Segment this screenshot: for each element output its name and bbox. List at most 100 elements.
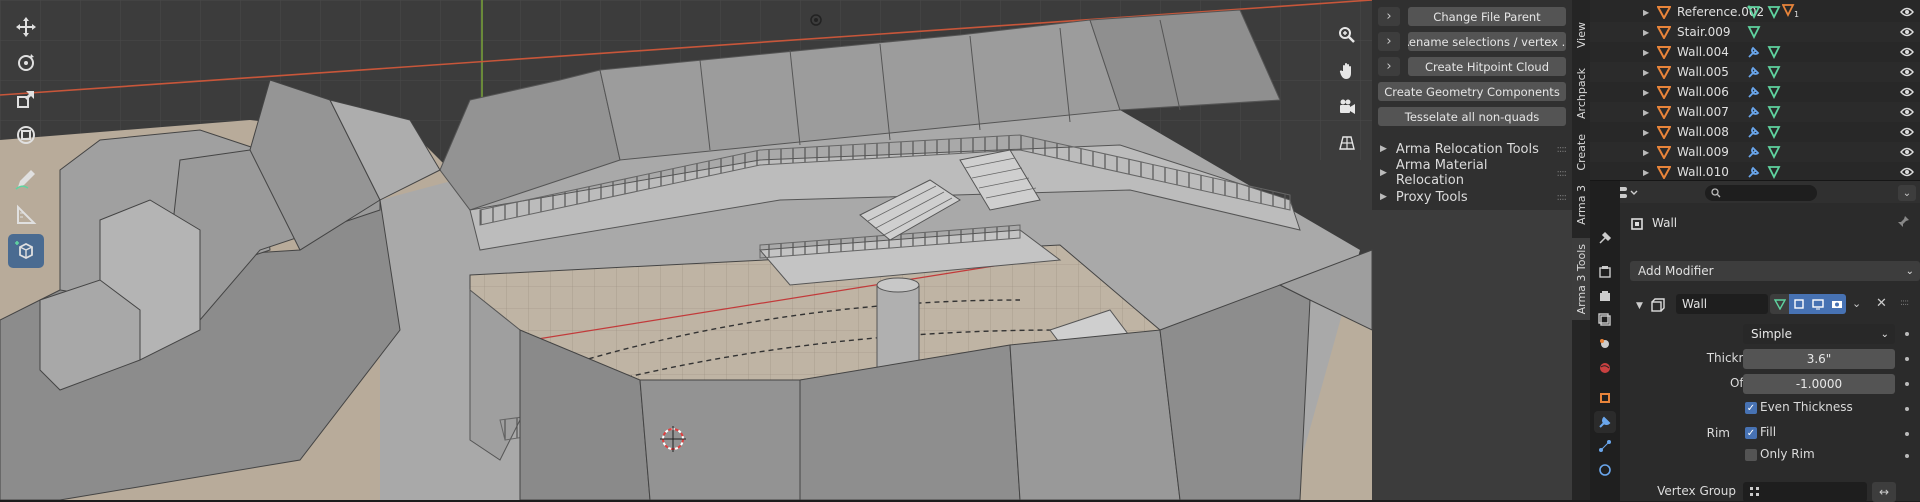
thickness-field[interactable]: 3.6" [1743,349,1895,369]
vertex-group-icon[interactable] [1747,5,1761,22]
edit-mode-cage-icon[interactable] [1770,294,1789,314]
only-rim-checkbox[interactable] [1745,449,1757,461]
wrench-icon[interactable] [1747,85,1761,102]
expand-icon[interactable]: › [1378,32,1400,51]
camera-view-icon[interactable] [1332,92,1362,122]
fill-rim-checkbox[interactable]: ✓ [1745,427,1757,439]
drag-handle-icon[interactable]: :::: [1557,144,1568,155]
outliner-row[interactable]: ▶ Reference.002 1 [1590,2,1920,22]
wrench-icon[interactable] [1747,45,1761,62]
section-arma-material-relocation[interactable]: ▶ Arma Material Relocation :::: [1372,158,1572,188]
viewport-display-toggle-icon[interactable] [1808,294,1827,314]
zoom-icon[interactable] [1332,20,1362,50]
rename-selections-button[interactable]: Rename selections / vertex ... [1408,32,1566,51]
mesh-data-icon[interactable] [1767,85,1781,102]
3d-viewport[interactable]: › Change File Parent › Rename selections… [0,0,1572,500]
expand-icon[interactable]: › [1378,57,1400,76]
render-tab-icon[interactable] [1594,261,1616,283]
visibility-eye-icon[interactable] [1900,146,1914,161]
tesselate-non-quads-button[interactable]: Tesselate all non-quads [1378,107,1566,126]
outliner-row[interactable]: ▶ Wall.008 [1590,122,1920,142]
vertex-group-field[interactable] [1743,482,1867,502]
wrench-icon[interactable] [1747,105,1761,122]
rotate-tool-icon[interactable] [8,46,44,80]
outliner-row[interactable]: ▶ Wall.007 [1590,102,1920,122]
scale-tool-icon[interactable] [8,82,44,116]
expand-arrow-icon[interactable]: ▶ [1643,168,1649,177]
outliner-row[interactable]: ▶ Wall.006 [1590,82,1920,102]
mesh-data-icon[interactable] [1767,45,1781,62]
tab-arma-3-tools[interactable]: Arma 3 Tools [1572,238,1590,320]
mode-dropdown[interactable]: Simple ⌄ [1743,324,1895,344]
grid-view-icon[interactable] [1332,128,1362,158]
expand-arrow-icon[interactable]: ▶ [1643,108,1649,117]
visibility-eye-icon[interactable] [1900,46,1914,61]
mesh-data-icon[interactable] [1767,105,1781,122]
mesh-data-icon[interactable] [1767,125,1781,142]
world-tab-icon[interactable] [1594,357,1616,379]
create-geometry-components-button[interactable]: Create Geometry Components [1378,82,1566,101]
keyframe-dot-icon[interactable] [1905,382,1909,386]
visibility-eye-icon[interactable] [1900,26,1914,41]
collapse-arrow-icon[interactable]: ▼ [1636,301,1643,311]
mesh-data-icon[interactable] [1767,5,1781,22]
wrench-icon[interactable] [1747,145,1761,162]
particles-tab-icon[interactable] [1594,435,1616,457]
output-tab-icon[interactable] [1594,285,1616,307]
visibility-eye-icon[interactable] [1900,6,1914,21]
section-proxy-tools[interactable]: ▶ Proxy Tools :::: [1372,185,1572,209]
outliner-row[interactable]: ▶ Wall.009 [1590,142,1920,162]
mesh-data-icon[interactable] [1767,65,1781,82]
properties-search-input[interactable] [1705,185,1817,201]
expand-arrow-icon[interactable]: ▶ [1643,48,1649,57]
tab-view[interactable]: View [1572,10,1590,60]
keyframe-dot-icon[interactable] [1905,432,1909,436]
modifier-menu-chevron-icon[interactable]: ⌄ [1852,297,1861,310]
physics-tab-icon[interactable] [1594,459,1616,481]
mesh-data-icon[interactable] [1767,145,1781,162]
tool-settings-tab-icon[interactable] [1594,227,1616,249]
visibility-eye-icon[interactable] [1900,106,1914,121]
add-modifier-dropdown[interactable]: Add Modifier ⌄ [1630,261,1920,281]
modifier-name-input[interactable]: Wall [1676,294,1768,314]
measure-tool-icon[interactable] [8,198,44,232]
view-layer-tab-icon[interactable] [1594,309,1616,331]
wrench-icon[interactable] [1747,65,1761,82]
keyframe-dot-icon[interactable] [1905,454,1909,458]
transform-tool-icon[interactable] [8,118,44,152]
drag-handle-icon[interactable]: :::: [1557,192,1568,203]
expand-arrow-icon[interactable]: ▶ [1643,148,1649,157]
expand-arrow-icon[interactable]: ▶ [1643,28,1649,37]
outliner-row[interactable]: ▶ Stair.009 [1590,22,1920,42]
render-toggle-camera-icon[interactable] [1827,294,1846,314]
keyframe-dot-icon[interactable] [1905,357,1909,361]
keyframe-dot-icon[interactable] [1905,332,1909,336]
object-tab-icon[interactable] [1594,387,1616,409]
create-hitpoint-cloud-button[interactable]: Create Hitpoint Cloud [1408,57,1566,76]
edit-mode-toggle-icon[interactable] [1789,294,1808,314]
visibility-eye-icon[interactable] [1900,166,1914,181]
even-thickness-checkbox[interactable]: ✓ [1745,402,1757,414]
outliner-row[interactable]: ▶ Wall.010 [1590,162,1920,182]
change-file-parent-button[interactable]: Change File Parent [1408,7,1566,26]
visibility-eye-icon[interactable] [1900,86,1914,101]
visibility-eye-icon[interactable] [1900,66,1914,81]
visibility-eye-icon[interactable] [1900,126,1914,141]
outliner-row[interactable]: ▶ Wall.004 [1590,42,1920,62]
remove-modifier-icon[interactable]: ✕ [1876,296,1887,311]
scene-tab-icon[interactable] [1594,333,1616,355]
invert-vertex-group-icon[interactable]: ↔ [1872,482,1896,502]
options-dropdown-icon[interactable]: ⌄ [1898,185,1916,201]
outliner-row[interactable]: ▶ Wall.005 [1590,62,1920,82]
pan-hand-icon[interactable] [1332,56,1362,86]
offset-field[interactable]: -1.0000 [1743,374,1895,394]
tab-create[interactable]: Create [1572,128,1590,176]
tab-arma-3[interactable]: Arma 3 [1572,180,1590,230]
modifier-drag-handle-icon[interactable]: :::: [1900,298,1909,308]
expand-icon[interactable]: › [1378,7,1400,26]
mesh-data-icon[interactable] [1747,25,1761,42]
tab-archpack[interactable]: Archpack [1572,62,1590,124]
modifier-tab-wrench-icon[interactable] [1594,411,1616,433]
add-cube-tool-icon[interactable] [8,234,44,268]
drag-handle-icon[interactable]: :::: [1557,168,1568,179]
